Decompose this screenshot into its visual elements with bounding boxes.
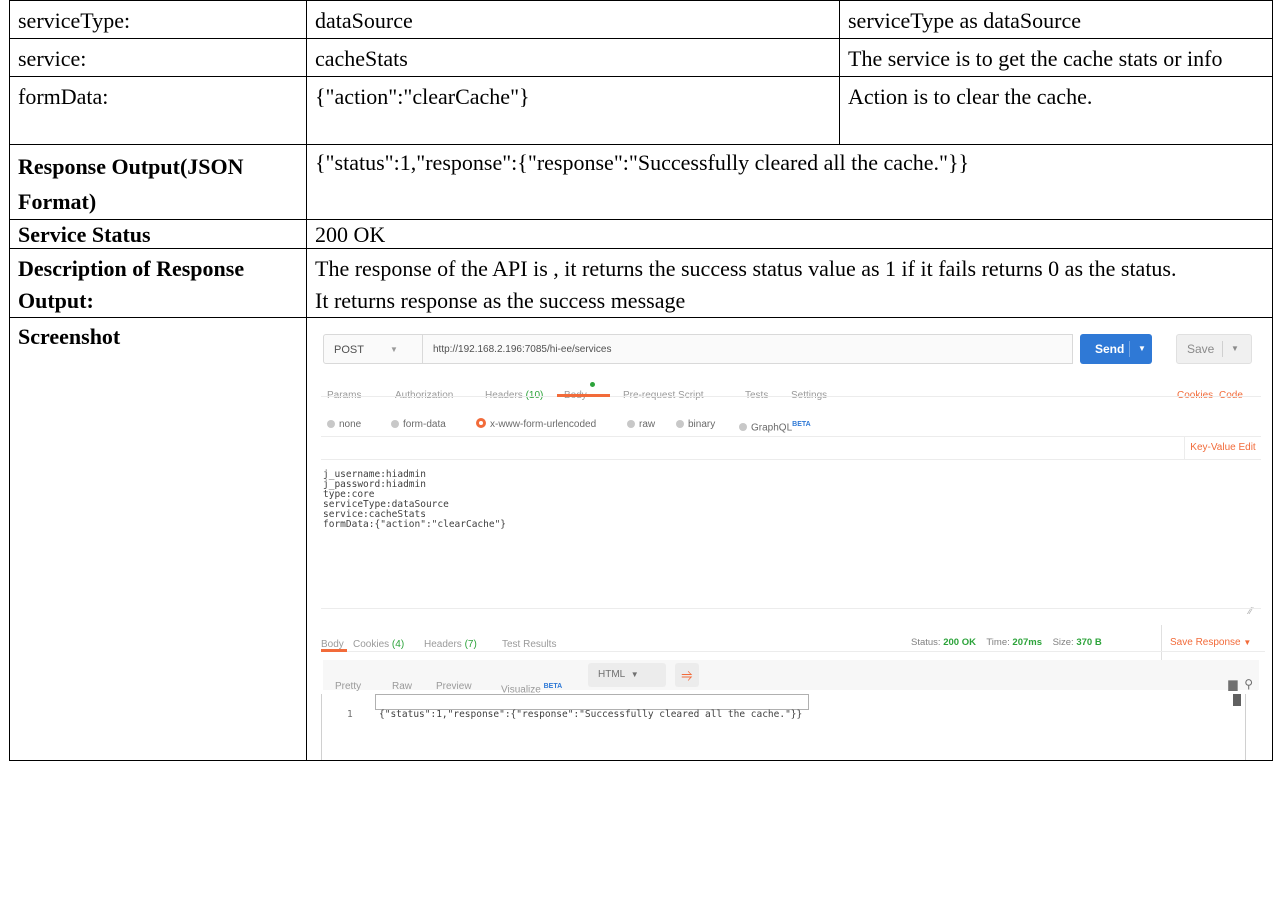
response-text: {"status":1,"response":{"response":"Succ… <box>379 709 803 720</box>
screenshot-cell: POST ▼ http://192.168.2.196:7085/hi-ee/se… <box>306 317 1273 761</box>
table-row: formData: {"action":"clearCache"} Action… <box>9 76 1273 145</box>
chevron-down-icon: ▼ <box>1243 638 1252 647</box>
request-bar: POST ▼ http://192.168.2.196:7085/hi-ee/se… <box>323 334 1263 366</box>
divider <box>1129 341 1130 357</box>
divider <box>321 694 322 760</box>
radio-raw-label: raw <box>639 419 656 430</box>
chevron-down-icon[interactable]: ▼ <box>1231 335 1239 363</box>
response-header: Body Cookies (4) Headers (7) Test Result… <box>321 614 1265 660</box>
save-button[interactable]: Save ▼ <box>1176 334 1252 364</box>
body-editor[interactable]: j_username:hiadmin j_password:hiadmin ty… <box>323 470 1259 600</box>
row-label: service: <box>9 38 307 77</box>
description-line-2: It returns response as the success messa… <box>315 288 686 313</box>
row-value: cacheStats <box>306 38 840 77</box>
body-type-radios: none form-data x-www-form-urlencoded raw… <box>321 403 1261 433</box>
radio-form-data-label: form-data <box>403 419 446 430</box>
format-label: HTML <box>598 669 626 680</box>
scrollbar-thumb[interactable] <box>1233 694 1241 706</box>
response-output-label: Response Output(JSON Format) <box>9 144 307 220</box>
table-row: Response Output(JSON Format) {"status":1… <box>9 144 1273 220</box>
chevron-down-icon: ▼ <box>630 670 639 679</box>
response-status-bar: Status: 200 OK Time: 207ms Size: 370 B <box>911 625 1102 660</box>
copy-icon[interactable]: ▆ <box>1228 677 1237 691</box>
description-line-1: The response of the API is , it returns … <box>315 256 1177 281</box>
response-body[interactable]: 1 {"status":1,"response":{"response":"Su… <box>323 692 1259 720</box>
tab-cookies-label: Cookies <box>353 639 390 650</box>
tab-response-body[interactable]: Body <box>321 627 344 662</box>
divider <box>321 396 1261 397</box>
radio-urlencoded-label: x-www-form-urlencoded <box>490 419 597 430</box>
size-value: 370 B <box>1076 637 1102 648</box>
row-description: serviceType as dataSource <box>839 0 1273 39</box>
spec-table: serviceType: dataSource serviceType as d… <box>9 0 1273 761</box>
row-label: serviceType: <box>9 0 307 39</box>
method-select[interactable]: POST ▼ <box>323 334 423 364</box>
screenshot-label: Screenshot <box>9 317 307 761</box>
active-dot-icon <box>589 382 595 387</box>
row-label: formData: <box>9 76 307 145</box>
radio-binary-label: binary <box>688 419 716 430</box>
row-value: {"action":"clearCache"} <box>306 76 840 145</box>
tab-response-headers[interactable]: Headers (7) <box>424 627 477 662</box>
chevron-down-icon: ▼ <box>390 345 398 354</box>
send-label: Send <box>1095 342 1125 356</box>
service-status-label: Service Status <box>9 219 307 249</box>
wrap-lines-icon[interactable]: ⥤ <box>675 663 699 687</box>
radio-icon <box>739 423 747 432</box>
divider <box>1222 341 1223 357</box>
time-value: 207ms <box>1012 637 1042 648</box>
status-value: 200 OK <box>943 637 976 648</box>
send-button[interactable]: Send ▼ <box>1080 334 1152 364</box>
radio-none-label: none <box>339 419 362 430</box>
response-output-value: {"status":1,"response":{"response":"Succ… <box>306 144 1273 220</box>
chevron-down-icon[interactable]: ▼ <box>1138 334 1146 364</box>
size-label: Size: <box>1052 637 1074 648</box>
tab-test-results[interactable]: Test Results <box>502 627 556 662</box>
save-response-button[interactable]: Save Response ▼ <box>1161 625 1251 660</box>
table-row: Description of Response Output: The resp… <box>9 248 1273 318</box>
request-tabs: Params Authorization Headers (10) Body P… <box>321 374 1261 401</box>
radio-icon <box>391 420 399 428</box>
search-icon[interactable]: ⚲ <box>1244 677 1253 691</box>
radio-graphql-label: GraphQL <box>751 422 793 434</box>
table-row: Screenshot POST ▼ http://192.168.2.196:70… <box>9 317 1273 761</box>
time-label: Time: <box>986 637 1010 648</box>
method-label: POST <box>334 344 364 356</box>
tab-headers-count: (7) <box>464 639 477 650</box>
save-label: Save <box>1187 342 1215 356</box>
postman-screenshot: POST ▼ http://192.168.2.196:7085/hi-ee/se… <box>321 318 1269 760</box>
description-label: Description of Response Output: <box>9 248 307 318</box>
tab-response-cookies[interactable]: Cookies (4) <box>353 627 404 662</box>
api-doc-table: serviceType: dataSource serviceType as d… <box>9 0 1273 761</box>
status-label: Status: <box>911 637 941 648</box>
format-select[interactable]: HTML ▼ <box>588 663 666 687</box>
radio-icon <box>627 420 635 428</box>
divider <box>321 608 1261 609</box>
key-value-edit-link[interactable]: Key-Value Edit <box>1184 437 1261 459</box>
radio-selected-icon <box>476 418 486 428</box>
active-tab-underline <box>321 649 347 652</box>
table-row: serviceType: dataSource serviceType as d… <box>9 0 1273 39</box>
description-value: The response of the API is , it returns … <box>306 248 1273 318</box>
table-row: Service Status 200 OK <box>9 219 1273 249</box>
active-tab-underline <box>557 394 610 397</box>
radio-icon <box>327 420 335 428</box>
tab-headers-label: Headers <box>424 639 462 650</box>
tab-cookies-count: (4) <box>391 639 405 650</box>
table-row: service: cacheStats The service is to ge… <box>9 38 1273 77</box>
beta-badge: BETA <box>543 683 563 690</box>
save-response-label: Save Response <box>1170 637 1241 648</box>
divider <box>321 651 1265 652</box>
beta-badge: BETA <box>792 421 811 428</box>
scrollbar-track[interactable] <box>1245 694 1246 760</box>
radio-icon <box>676 420 684 428</box>
row-value: dataSource <box>306 0 840 39</box>
row-description: The service is to get the cache stats or… <box>839 38 1273 77</box>
url-input[interactable]: http://192.168.2.196:7085/hi-ee/services <box>423 334 1073 364</box>
service-status-value: 200 OK <box>306 219 1273 249</box>
bulk-edit-bar: Key-Value Edit <box>321 436 1261 460</box>
row-description: Action is to clear the cache. <box>839 76 1273 145</box>
response-view-bar: Pretty Raw Preview Visualize BETA HTML ▼… <box>323 660 1259 695</box>
line-number: 1 <box>347 709 353 720</box>
